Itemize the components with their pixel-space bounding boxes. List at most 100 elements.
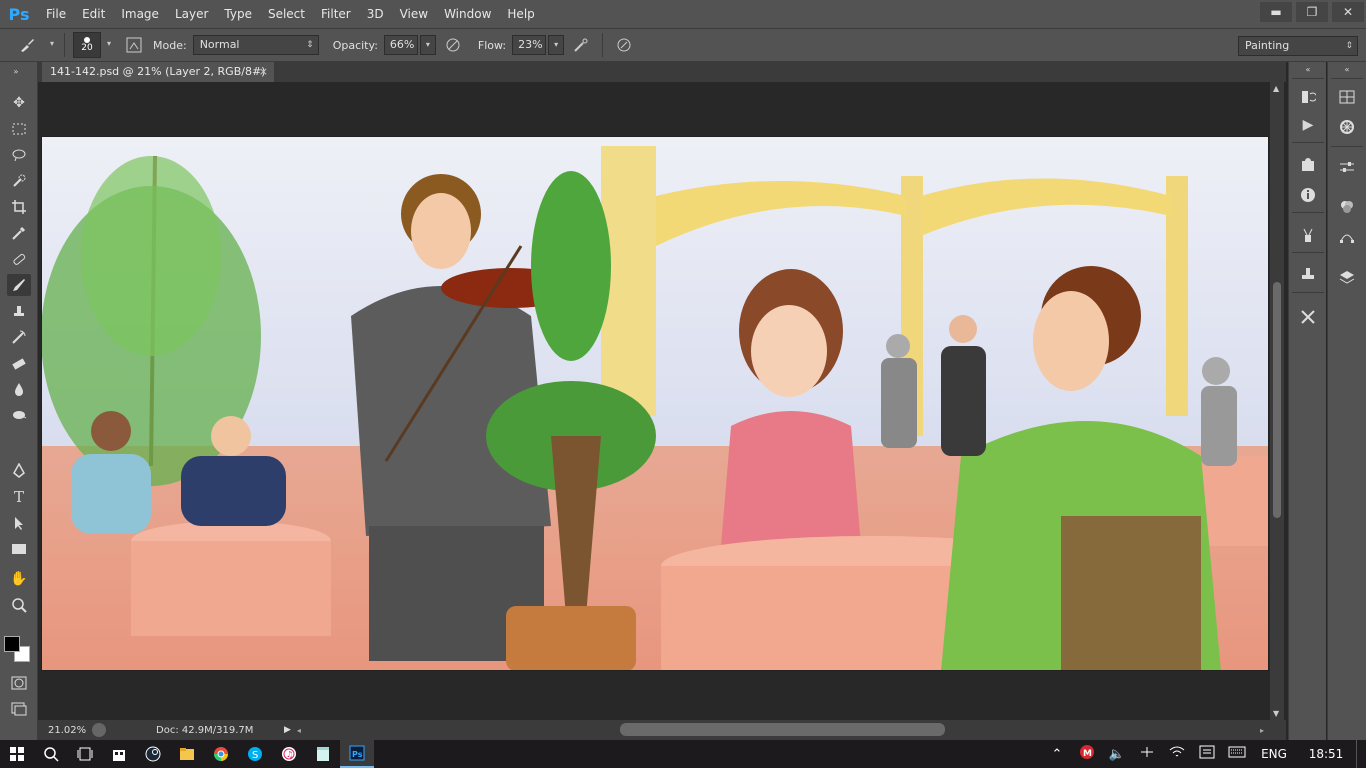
- pressure-opacity-icon[interactable]: [442, 34, 464, 56]
- scroll-right-icon[interactable]: ▸: [1260, 726, 1264, 735]
- clone-source-panel-icon[interactable]: [1296, 224, 1320, 246]
- menu-edit[interactable]: Edit: [74, 0, 113, 28]
- airbrush-icon[interactable]: [570, 34, 592, 56]
- sticky-notes-icon[interactable]: [306, 740, 340, 768]
- menu-filter[interactable]: Filter: [313, 0, 359, 28]
- horizontal-scroll-thumb[interactable]: [620, 723, 945, 736]
- rectangle-tool-icon[interactable]: [7, 538, 31, 560]
- pressure-size-icon[interactable]: [613, 34, 635, 56]
- restore-button[interactable]: ❐: [1296, 2, 1328, 22]
- show-desktop-button[interactable]: [1356, 740, 1366, 768]
- foreground-color-swatch-top[interactable]: [4, 636, 20, 652]
- menu-help[interactable]: Help: [499, 0, 542, 28]
- menu-3d[interactable]: 3D: [359, 0, 392, 28]
- navigator-panel-icon[interactable]: [1335, 86, 1359, 108]
- opacity-field[interactable]: 66%: [383, 35, 418, 55]
- status-options-icon[interactable]: [92, 723, 106, 737]
- collapse-toolbox-icon[interactable]: »: [4, 66, 28, 76]
- show-hidden-icons-icon[interactable]: ⌃: [1042, 747, 1072, 762]
- path-select-tool-icon[interactable]: [7, 512, 31, 534]
- windows-start-icon[interactable]: [0, 740, 34, 768]
- type-tool-icon[interactable]: T: [7, 486, 31, 508]
- quick-mask-icon[interactable]: [7, 672, 31, 694]
- input-method-icon[interactable]: [1132, 745, 1162, 763]
- hand-tool-icon[interactable]: ✋: [7, 568, 31, 590]
- menu-file[interactable]: File: [38, 0, 74, 28]
- volume-icon[interactable]: 🔈: [1102, 747, 1132, 762]
- healing-brush-tool-icon[interactable]: [7, 248, 31, 270]
- dodge-tool-icon[interactable]: [7, 404, 31, 426]
- paths-panel-icon[interactable]: [1335, 226, 1359, 248]
- blend-mode-select[interactable]: Normal ⇕: [192, 35, 319, 55]
- canvas-area[interactable]: [38, 82, 1270, 720]
- scroll-left-icon[interactable]: ◂: [297, 726, 301, 735]
- brush-panel-toggle-icon[interactable]: [123, 34, 145, 56]
- pen-tool-icon[interactable]: [7, 460, 31, 482]
- clone-stamp-tool-icon[interactable]: [7, 300, 31, 322]
- document-tab[interactable]: 141-142.psd @ 21% (Layer 2, RGB/8#) * ×: [42, 62, 274, 98]
- marquee-tool-icon[interactable]: [7, 118, 31, 140]
- brush-size-picker[interactable]: 20: [73, 32, 101, 58]
- eraser-tool-icon[interactable]: [7, 352, 31, 374]
- minimize-button[interactable]: ▬: [1260, 2, 1292, 22]
- task-view-icon[interactable]: [68, 740, 102, 768]
- info-panel-icon[interactable]: [1296, 184, 1320, 206]
- quick-select-tool-icon[interactable]: [7, 170, 31, 192]
- vertical-scroll-thumb[interactable]: [1273, 282, 1281, 518]
- mega-icon[interactable]: M: [1072, 745, 1102, 763]
- collapse-dock-icon[interactable]: «: [1335, 62, 1359, 76]
- menu-type[interactable]: Type: [216, 0, 260, 28]
- brush-tool-preset-icon[interactable]: [16, 34, 38, 56]
- move-tool-icon[interactable]: ✥: [7, 92, 31, 114]
- vertical-scrollbar[interactable]: ▲ ▼: [1270, 82, 1284, 720]
- store-icon[interactable]: [102, 740, 136, 768]
- scroll-down-icon[interactable]: ▼: [1273, 709, 1279, 718]
- collapse-dock-icon[interactable]: «: [1296, 62, 1320, 76]
- adjustments-panel-icon[interactable]: [1335, 156, 1359, 178]
- history-brush-tool-icon[interactable]: [7, 326, 31, 348]
- flow-field[interactable]: 23%: [512, 35, 547, 55]
- skype-icon[interactable]: S: [238, 740, 272, 768]
- zoom-level[interactable]: 21.02%: [48, 725, 88, 736]
- itunes-icon[interactable]: ♫: [272, 740, 306, 768]
- zoom-tool-icon[interactable]: [7, 594, 31, 616]
- crop-tool-icon[interactable]: [7, 196, 31, 218]
- tool-presets-panel-icon[interactable]: [1296, 262, 1320, 284]
- clock[interactable]: 18:51: [1296, 747, 1356, 761]
- screen-mode-icon[interactable]: [7, 698, 31, 720]
- close-tab-icon[interactable]: ×: [259, 62, 268, 82]
- language-indicator[interactable]: ENG: [1252, 747, 1296, 761]
- close-button[interactable]: ✕: [1332, 2, 1364, 22]
- brush-presets-panel-icon[interactable]: [1296, 154, 1320, 176]
- brush-picker-dropdown[interactable]: ▾: [101, 35, 117, 55]
- wifi-icon[interactable]: [1162, 745, 1192, 763]
- history-panel-icon[interactable]: [1296, 86, 1320, 108]
- actions-panel-icon[interactable]: ▶: [1296, 114, 1320, 136]
- styles-panel-icon[interactable]: [1335, 196, 1359, 218]
- opacity-slider-dropdown[interactable]: ▾: [419, 35, 436, 55]
- brush-tool-icon[interactable]: [7, 274, 31, 296]
- search-icon[interactable]: [34, 740, 68, 768]
- tools-panel-icon[interactable]: [1296, 306, 1320, 328]
- lasso-tool-icon[interactable]: [7, 144, 31, 166]
- color-wheel-panel-icon[interactable]: [1335, 116, 1359, 138]
- workspace-switcher[interactable]: Painting ⇕: [1238, 36, 1358, 56]
- menu-image[interactable]: Image: [113, 0, 167, 28]
- steam-icon[interactable]: [136, 740, 170, 768]
- menu-window[interactable]: Window: [436, 0, 499, 28]
- menu-layer[interactable]: Layer: [167, 0, 216, 28]
- photoshop-taskbar-icon[interactable]: Ps: [340, 740, 374, 768]
- chrome-icon[interactable]: [204, 740, 238, 768]
- file-explorer-icon[interactable]: [170, 740, 204, 768]
- flow-slider-dropdown[interactable]: ▾: [548, 35, 565, 55]
- menu-select[interactable]: Select: [260, 0, 313, 28]
- status-menu-arrow-icon[interactable]: ▶: [284, 725, 291, 735]
- notifications-icon[interactable]: [1192, 745, 1222, 763]
- keyboard-icon[interactable]: [1222, 746, 1252, 762]
- tool-preset-dropdown[interactable]: ▾: [44, 35, 60, 55]
- eyedropper-tool-icon[interactable]: [7, 222, 31, 244]
- layers-panel-icon[interactable]: [1335, 266, 1359, 288]
- scroll-up-icon[interactable]: ▲: [1273, 84, 1279, 93]
- paint-bucket-tool-icon[interactable]: [7, 378, 31, 400]
- menu-view[interactable]: View: [392, 0, 436, 28]
